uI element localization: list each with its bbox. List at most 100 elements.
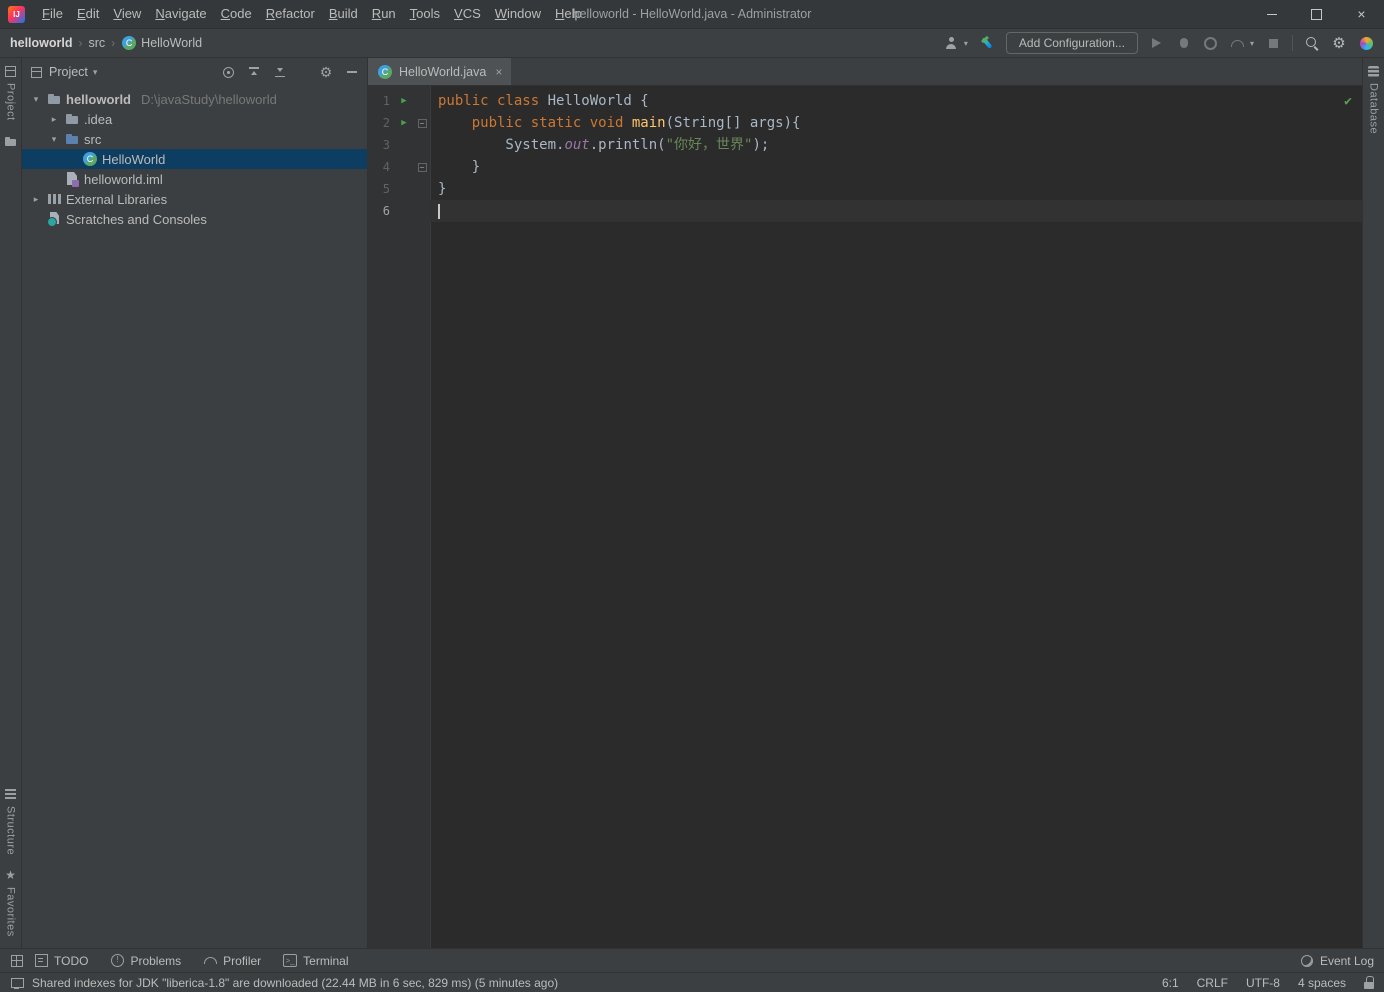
toolwindow-button-profiler[interactable]: Profiler (203, 954, 261, 968)
tree-chevron-down-icon[interactable]: ▾ (30, 94, 42, 105)
user-dropdown-icon[interactable] (944, 35, 960, 51)
menu-refactor[interactable]: Refactor (259, 0, 322, 28)
code-line-6[interactable]: 6 (368, 200, 1362, 222)
code-line-2[interactable]: 2▶− public static void main(String[] arg… (368, 112, 1362, 134)
line-number: 6 (368, 200, 394, 222)
stop-button-icon[interactable] (1265, 35, 1281, 51)
minimize-button[interactable] (1249, 0, 1294, 28)
fold-marker-icon[interactable]: − (414, 112, 430, 134)
menu-edit[interactable]: Edit (70, 0, 106, 28)
breadcrumb-item-helloworld[interactable]: helloworld (10, 36, 73, 50)
code-line-1[interactable]: 1▶public class HelloWorld { (368, 90, 1362, 112)
encoding-widget[interactable]: UTF-8 (1246, 976, 1280, 990)
toolwindow-button-label: Profiler (223, 954, 261, 968)
panel-settings-gear-icon[interactable]: ⚙ (319, 65, 333, 79)
tree-item-helloworld[interactable]: ▾helloworldD:\javaStudy\helloworld (22, 89, 367, 109)
code-line-3[interactable]: 3 System.out.println("你好，世界"); (368, 134, 1362, 156)
status-bar: Shared indexes for JDK "liberica-1.8" ar… (0, 972, 1384, 992)
iml-icon (64, 171, 80, 187)
line-separator-widget[interactable]: CRLF (1197, 976, 1228, 990)
add-configuration-button[interactable]: Add Configuration... (1006, 32, 1138, 54)
toolwindow-button-terminal[interactable]: Terminal (283, 954, 348, 968)
maximize-button[interactable] (1294, 0, 1339, 28)
tree-item-src[interactable]: ▾src (22, 129, 367, 149)
tree-item-label: Scratches and Consoles (66, 212, 207, 227)
run-button-icon[interactable] (1149, 35, 1165, 51)
code-text: public static void main(String[] args){ (430, 112, 1362, 134)
toolwindow-switcher-icon[interactable] (10, 954, 24, 968)
library-icon (46, 191, 62, 207)
menu-navigate[interactable]: Navigate (148, 0, 213, 28)
code-text: } (430, 156, 1362, 178)
hide-panel-icon[interactable] (345, 65, 359, 79)
readonly-lock-icon[interactable] (1364, 976, 1374, 989)
menu-view[interactable]: View (106, 0, 148, 28)
build-hammer-icon[interactable] (979, 35, 995, 51)
menu-window[interactable]: Window (488, 0, 548, 28)
toolwindow-button-todo[interactable]: TODO (34, 954, 88, 968)
tree-item-idea[interactable]: ▸.idea (22, 109, 367, 129)
favorites-star-icon: ★ (4, 869, 17, 882)
close-button[interactable]: × (1339, 0, 1384, 28)
stripe-button-structure[interactable]: Structure (4, 781, 17, 862)
project-tree: ▾helloworldD:\javaStudy\helloworld▸.idea… (22, 86, 367, 948)
fold-gutter-spacer (414, 134, 430, 156)
breadcrumb-item-helloworld[interactable]: HelloWorld (121, 35, 202, 51)
tree-item-external-libraries[interactable]: ▸External Libraries (22, 189, 367, 209)
tree-chevron-right-icon[interactable]: ▸ (48, 114, 60, 125)
menu-code[interactable]: Code (214, 0, 259, 28)
event-log-button[interactable]: Event Log (1300, 954, 1374, 968)
project-panel: Project ▾ ⚙ ▾helloworldD:\javaStudy\hell… (22, 58, 368, 948)
stripe-button-database[interactable]: Database (1367, 58, 1380, 141)
inspection-ok-icon[interactable]: ✔ (1344, 94, 1352, 109)
stripe-button-commit[interactable] (4, 128, 17, 155)
run-line-icon[interactable]: ▶ (394, 112, 414, 134)
tree-item-helloworld-iml[interactable]: helloworld.iml (22, 169, 367, 189)
toolwindow-button-label: Terminal (303, 954, 348, 968)
tab-close-icon[interactable]: × (495, 65, 502, 79)
collapse-all-icon[interactable] (247, 65, 261, 79)
project-panel-title[interactable]: Project (49, 65, 88, 79)
plugin-sphere-icon[interactable] (1358, 35, 1374, 51)
tree-chevron-down-icon[interactable]: ▾ (48, 134, 60, 145)
code-line-5[interactable]: 5} (368, 178, 1362, 200)
tree-chevron-right-icon[interactable]: ▸ (30, 194, 42, 205)
user-dropdown-caret-icon: ▾ (964, 39, 968, 48)
expand-all-icon[interactable] (273, 65, 287, 79)
breadcrumb-item-src[interactable]: src (89, 36, 106, 50)
search-everywhere-icon[interactable] (1304, 35, 1320, 51)
stripe-button-favorites[interactable]: ★ Favorites (4, 862, 17, 944)
folder-icon (64, 111, 80, 127)
menu-tools[interactable]: Tools (403, 0, 447, 28)
indent-widget[interactable]: 4 spaces (1298, 976, 1346, 990)
settings-gear-icon[interactable]: ⚙ (1331, 35, 1347, 51)
project-view-dropdown-icon[interactable]: ▾ (93, 67, 98, 78)
tree-item-helloworld[interactable]: HelloWorld (22, 149, 367, 169)
run-line-icon[interactable]: ▶ (394, 90, 414, 112)
menu-vcs[interactable]: VCS (447, 0, 488, 28)
coverage-button-icon[interactable] (1203, 35, 1219, 51)
fold-marker-icon[interactable]: − (414, 156, 430, 178)
tree-item-scratches-and-consoles[interactable]: Scratches and Consoles (22, 209, 367, 229)
locate-file-icon[interactable] (221, 65, 235, 79)
debug-button-icon[interactable] (1176, 35, 1192, 51)
title-bar: IJ FileEditViewNavigateCodeRefactorBuild… (0, 0, 1384, 28)
stripe-button-project[interactable]: Project (4, 58, 17, 128)
profiler-button-icon[interactable] (1230, 35, 1246, 51)
menu-file[interactable]: File (35, 0, 70, 28)
status-message[interactable]: Shared indexes for JDK "liberica-1.8" ar… (32, 976, 558, 990)
line-number: 1 (368, 90, 394, 112)
caret-position-widget[interactable]: 6:1 (1162, 976, 1179, 990)
code-editor[interactable]: ✔ 1▶public class HelloWorld {2▶− public … (368, 86, 1362, 948)
app-icon[interactable]: IJ (8, 6, 25, 23)
menu-run[interactable]: Run (365, 0, 403, 28)
project-icon (46, 91, 62, 107)
window-title: helloworld - HelloWorld.java - Administr… (573, 0, 812, 28)
code-token: .println( (590, 137, 666, 153)
toolwindow-button-label: Problems (130, 954, 181, 968)
tab-helloworld-java[interactable]: HelloWorld.java × (368, 58, 511, 85)
code-line-4[interactable]: 4− } (368, 156, 1362, 178)
code-text (430, 200, 1362, 222)
toolwindow-button-problems[interactable]: Problems (110, 954, 181, 968)
menu-build[interactable]: Build (322, 0, 365, 28)
